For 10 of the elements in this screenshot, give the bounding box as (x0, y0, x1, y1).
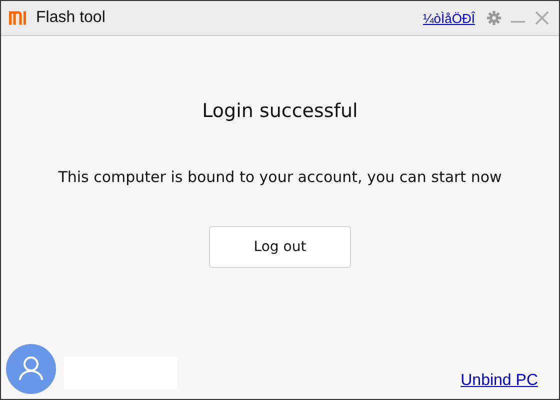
logout-button[interactable]: Log out (209, 226, 351, 268)
close-icon[interactable] (535, 11, 549, 25)
unbind-link[interactable]: Unbind PC (460, 372, 538, 390)
status-message: This computer is bound to your account, you can start now (58, 168, 502, 186)
window-title: Flash tool (36, 9, 106, 27)
logo-icon (9, 11, 26, 25)
login-heading: Login successful (202, 100, 358, 122)
language-link[interactable]: ¼òÌåÖÐÎ (422, 10, 475, 26)
settings-icon[interactable] (487, 11, 501, 25)
avatar-icon[interactable] (6, 344, 56, 394)
